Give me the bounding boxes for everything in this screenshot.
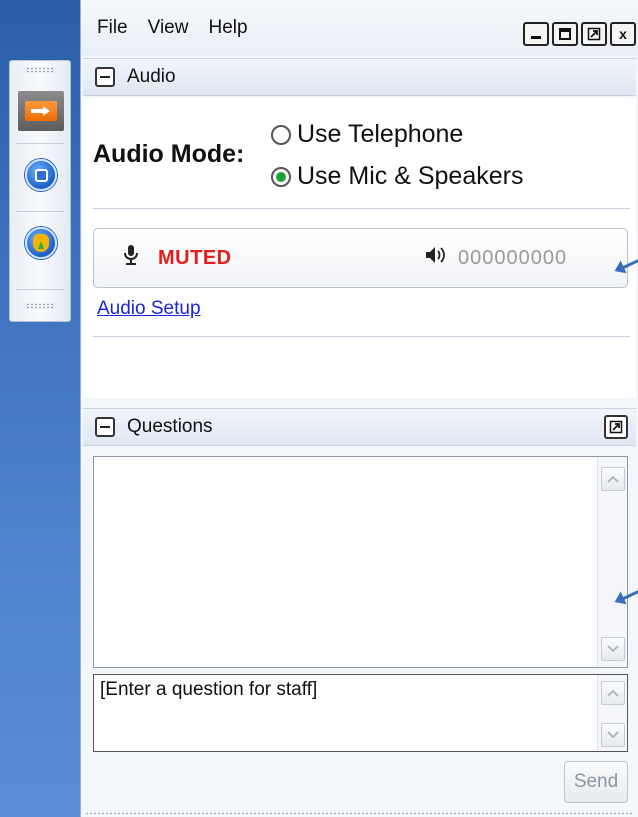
forward-arrow-icon	[25, 101, 57, 121]
resize-grip[interactable]	[85, 812, 634, 815]
microphone-icon[interactable]	[122, 244, 140, 272]
menu-help[interactable]: Help	[208, 17, 247, 39]
mic-muted-status: MUTED	[158, 246, 232, 269]
audio-mode-label: Audio Mode:	[93, 140, 245, 168]
radio-checked-icon[interactable]	[271, 166, 291, 187]
scroll-down-button[interactable]	[601, 637, 625, 661]
minimize-button[interactable]	[523, 22, 549, 46]
questions-panel-body: Send	[83, 448, 636, 817]
minus-icon	[100, 426, 110, 428]
close-icon: x	[619, 26, 627, 42]
toolbar-grip-bottom[interactable]	[26, 303, 54, 309]
minimize-icon	[531, 36, 541, 39]
radio-use-mic-speakers[interactable]: Use Mic & Speakers	[271, 162, 523, 191]
question-input-scrollbar[interactable]	[597, 675, 627, 751]
stop-square-icon	[34, 168, 48, 182]
audio-setup-link[interactable]: Audio Setup	[97, 298, 201, 320]
audio-collapse-button[interactable]	[95, 67, 115, 87]
divider	[93, 208, 630, 209]
questions-collapse-button[interactable]	[95, 417, 115, 437]
stop-button[interactable]	[25, 159, 57, 191]
toolbar-divider	[16, 289, 64, 290]
radio-label-mic-speakers: Use Mic & Speakers	[297, 162, 524, 190]
menu-bar: File View Help x	[81, 0, 638, 56]
maximize-button[interactable]	[552, 22, 578, 46]
speaker-icon[interactable]	[424, 245, 446, 271]
restore-icon	[587, 27, 601, 41]
radio-use-telephone[interactable]: Use Telephone	[271, 120, 463, 149]
audio-status-box: MUTED 000000000	[93, 228, 628, 288]
floating-toolbar	[9, 60, 71, 322]
questions-popout-button[interactable]	[604, 415, 628, 439]
raise-hand-icon	[33, 234, 49, 252]
questions-log-scrollbar[interactable]	[597, 457, 627, 667]
raise-hand-button[interactable]	[25, 227, 57, 259]
main-window: File View Help x Audio Audio Mode: Use T…	[80, 0, 638, 817]
scroll-up-button[interactable]	[601, 681, 625, 705]
questions-panel-title: Questions	[127, 416, 213, 437]
radio-unchecked-icon[interactable]	[271, 124, 291, 145]
toolbar-divider	[16, 211, 64, 212]
question-input-box	[93, 674, 628, 752]
chevron-down-icon	[607, 645, 619, 653]
menu-file[interactable]: File	[97, 17, 128, 39]
maximize-icon	[559, 28, 571, 40]
restore-button[interactable]	[581, 22, 607, 46]
chevron-up-icon	[607, 475, 619, 483]
close-button[interactable]: x	[610, 22, 636, 46]
audio-panel-body: Audio Mode: Use Telephone Use Mic & Spea…	[83, 98, 636, 398]
divider	[93, 336, 630, 337]
menu-view[interactable]: View	[148, 17, 189, 39]
speaker-level-value: 000000000	[458, 246, 568, 269]
scroll-down-button[interactable]	[601, 723, 625, 747]
questions-log[interactable]	[93, 456, 628, 668]
question-input[interactable]	[94, 675, 597, 751]
scroll-up-button[interactable]	[601, 467, 625, 491]
audio-panel-header: Audio	[83, 58, 636, 96]
chevron-up-icon	[607, 689, 619, 697]
popout-icon	[609, 420, 623, 434]
chevron-down-icon	[607, 731, 619, 739]
toolbar-divider	[16, 143, 64, 144]
toolbar-grip-top[interactable]	[26, 67, 54, 73]
questions-panel-header: Questions	[83, 408, 636, 446]
send-button[interactable]: Send	[564, 761, 628, 803]
window-controls: x	[523, 22, 636, 46]
audio-panel-title: Audio	[127, 66, 176, 87]
minus-icon	[100, 76, 110, 78]
radio-label-telephone: Use Telephone	[297, 120, 464, 148]
forward-arrow-button[interactable]	[18, 91, 64, 131]
